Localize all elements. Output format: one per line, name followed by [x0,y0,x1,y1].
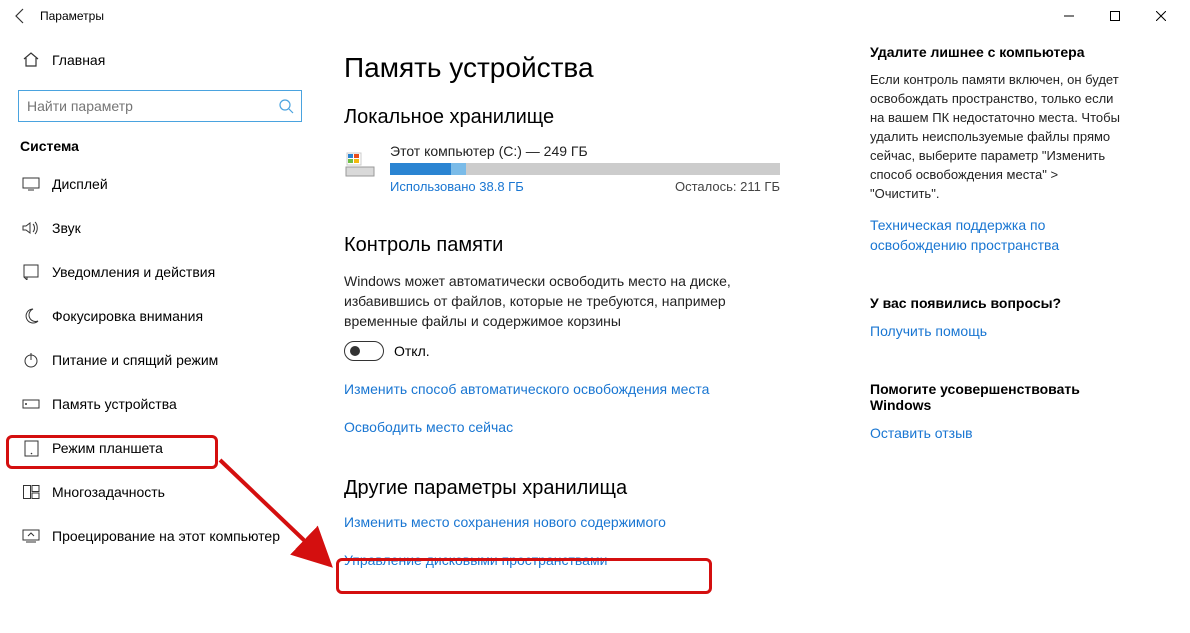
toggle-state-label: Откл. [394,343,430,359]
drive-progress [390,163,780,175]
sidebar-item-focus[interactable]: Фокусировка внимания [0,294,320,338]
remaining-text: Осталось: 211 ГБ [675,179,780,194]
sidebar-item-project[interactable]: Проецирование на этот компьютер [0,514,320,558]
notifications-icon [20,264,42,280]
aside-feedback-link[interactable]: Оставить отзыв [870,423,1130,443]
storage-sense-title: Контроль памяти [344,234,860,257]
back-button[interactable] [6,2,34,30]
sidebar-group-title: Система [20,138,320,154]
display-icon [20,177,42,191]
maximize-button[interactable] [1092,0,1138,32]
sidebar-item-display[interactable]: Дисплей [0,162,320,206]
change-save-location-link[interactable]: Изменить место сохранения нового содержи… [344,514,666,530]
sidebar-home-label: Главная [52,52,105,68]
storage-icon [20,399,42,409]
storage-sense-desc: Windows может автоматически освободить м… [344,271,764,331]
sidebar-item-label: Питание и спящий режим [52,352,218,368]
sidebar-item-label: Фокусировка внимания [52,308,203,324]
sidebar-item-multitask[interactable]: Многозадачность [0,470,320,514]
change-auto-free-link[interactable]: Изменить способ автоматического освобожд… [344,381,709,397]
sidebar-item-label: Дисплей [52,176,108,192]
aside-help-link[interactable]: Получить помощь [870,321,1130,341]
project-icon [20,529,42,543]
aside-clean-title: Удалите лишнее с компьютера [870,44,1130,60]
aside-questions-title: У вас появились вопросы? [870,295,1130,311]
minimize-button[interactable] [1046,0,1092,32]
home-icon [20,51,42,69]
sidebar-item-label: Память устройства [52,396,177,412]
sidebar-item-notifications[interactable]: Уведомления и действия [0,250,320,294]
local-storage-title: Локальное хранилище [344,106,860,129]
search-input-container[interactable] [18,90,302,122]
sidebar-item-sound[interactable]: Звук [0,206,320,250]
close-button[interactable] [1138,0,1184,32]
sidebar-item-label: Звук [52,220,81,236]
sidebar-home[interactable]: Главная [0,40,320,80]
search-input[interactable] [19,98,271,114]
power-icon [20,352,42,368]
sidebar-item-label: Проецирование на этот компьютер [52,528,280,544]
used-link[interactable]: Использовано 38.8 ГБ [390,179,524,194]
sidebar: Главная Система Дисплей Звук Уведомления… [0,32,320,633]
drive-icon [344,147,378,181]
annotation-highlight-change-location [336,558,712,594]
other-storage-title: Другие параметры хранилища [344,477,860,500]
main-content: Память устройства Локальное хранилище Эт… [320,44,860,633]
page-title: Память устройства [344,52,860,84]
sidebar-item-label: Уведомления и действия [52,264,215,280]
sound-icon [20,221,42,235]
aside-feedback-title: Помогите усовершенствовать Windows [870,381,1130,413]
annotation-highlight-sidebar-storage [6,435,218,469]
aside-panel: Удалите лишнее с компьютера Если контрол… [860,44,1130,633]
storage-sense-toggle[interactable] [344,341,384,361]
window-title: Параметры [40,9,104,23]
search-icon [271,99,301,114]
drive-name: Этот компьютер (C:) — 249 ГБ [390,143,780,159]
moon-icon [20,308,42,324]
sidebar-item-storage[interactable]: Память устройства [0,382,320,426]
aside-support-link[interactable]: Техническая поддержка по освобождению пр… [870,215,1130,255]
drive-row[interactable]: Этот компьютер (C:) — 249 ГБ Использован… [344,143,860,194]
titlebar: Параметры [0,0,1190,32]
sidebar-item-power[interactable]: Питание и спящий режим [0,338,320,382]
multitask-icon [20,485,42,499]
sidebar-item-label: Многозадачность [52,484,165,500]
aside-clean-body: Если контроль памяти включен, он будет о… [870,70,1130,203]
free-now-link[interactable]: Освободить место сейчас [344,419,513,435]
